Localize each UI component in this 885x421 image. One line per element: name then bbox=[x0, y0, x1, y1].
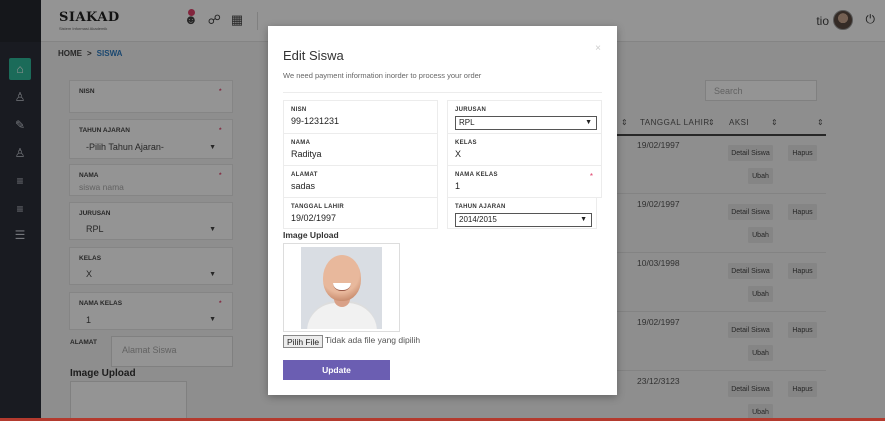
tahun-ajaran-select[interactable]: 2014/2015 ▼ bbox=[455, 213, 592, 227]
modal-title: Edit Siswa bbox=[283, 48, 344, 63]
tahun-ajaran-value: 2014/2015 bbox=[459, 215, 497, 224]
close-icon[interactable]: × bbox=[595, 43, 601, 54]
jurusan-value: RPL bbox=[459, 118, 475, 127]
nisn-value: 99-1231231 bbox=[291, 116, 340, 126]
jurusan-field: JURUSAN RPL ▼ bbox=[447, 100, 602, 134]
jurusan-select[interactable]: RPL ▼ bbox=[455, 116, 597, 130]
nisn-label: NISN bbox=[291, 107, 307, 113]
modal-subtitle: We need payment information inorder to p… bbox=[283, 71, 482, 80]
nama-kelas-value: 1 bbox=[455, 181, 461, 191]
upload-title: Image Upload bbox=[283, 230, 339, 240]
nama-kelas-field[interactable]: NAMA KELAS * 1 bbox=[447, 165, 602, 198]
divider bbox=[283, 92, 602, 93]
alamat-label: ALAMAT bbox=[291, 172, 318, 178]
kelas-field[interactable]: KELAS X bbox=[447, 133, 602, 166]
alamat-field[interactable]: ALAMAT sadas bbox=[283, 165, 438, 198]
alamat-value: sadas bbox=[291, 181, 316, 191]
tanggal-lahir-value: 19/02/1997 bbox=[291, 213, 337, 223]
nama-kelas-label: NAMA KELAS bbox=[455, 172, 498, 178]
tahun-ajaran-label: TAHUN AJARAN bbox=[455, 204, 506, 210]
tanggal-lahir-label: TANGGAL LAHIR bbox=[291, 204, 345, 210]
photo-preview-frame bbox=[283, 243, 400, 332]
nama-field[interactable]: NAMA Raditya bbox=[283, 133, 438, 166]
jurusan-label: JURUSAN bbox=[455, 107, 487, 113]
tanggal-lahir-field[interactable]: TANGGAL LAHIR 19/02/1997 bbox=[283, 197, 438, 229]
nisn-field[interactable]: NISN 99-1231231 bbox=[283, 100, 438, 134]
tahun-ajaran-field: TAHUN AJARAN 2014/2015 ▼ bbox=[447, 197, 597, 229]
chevron-down-icon: ▼ bbox=[585, 119, 592, 126]
edit-siswa-modal: Edit Siswa × We need payment information… bbox=[268, 26, 617, 395]
chevron-down-icon: ▼ bbox=[580, 216, 587, 223]
file-status: Tidak ada file yang dipilih bbox=[325, 335, 421, 345]
kelas-value: X bbox=[455, 149, 462, 159]
photo-head bbox=[323, 255, 361, 301]
required-mark: * bbox=[589, 172, 593, 181]
kelas-label: KELAS bbox=[455, 140, 477, 146]
nama-value: Raditya bbox=[291, 149, 322, 159]
student-photo bbox=[301, 247, 382, 329]
nama-label: NAMA bbox=[291, 140, 311, 146]
update-button[interactable]: Update bbox=[283, 360, 390, 380]
choose-file-button[interactable]: Pilih File bbox=[283, 335, 324, 348]
